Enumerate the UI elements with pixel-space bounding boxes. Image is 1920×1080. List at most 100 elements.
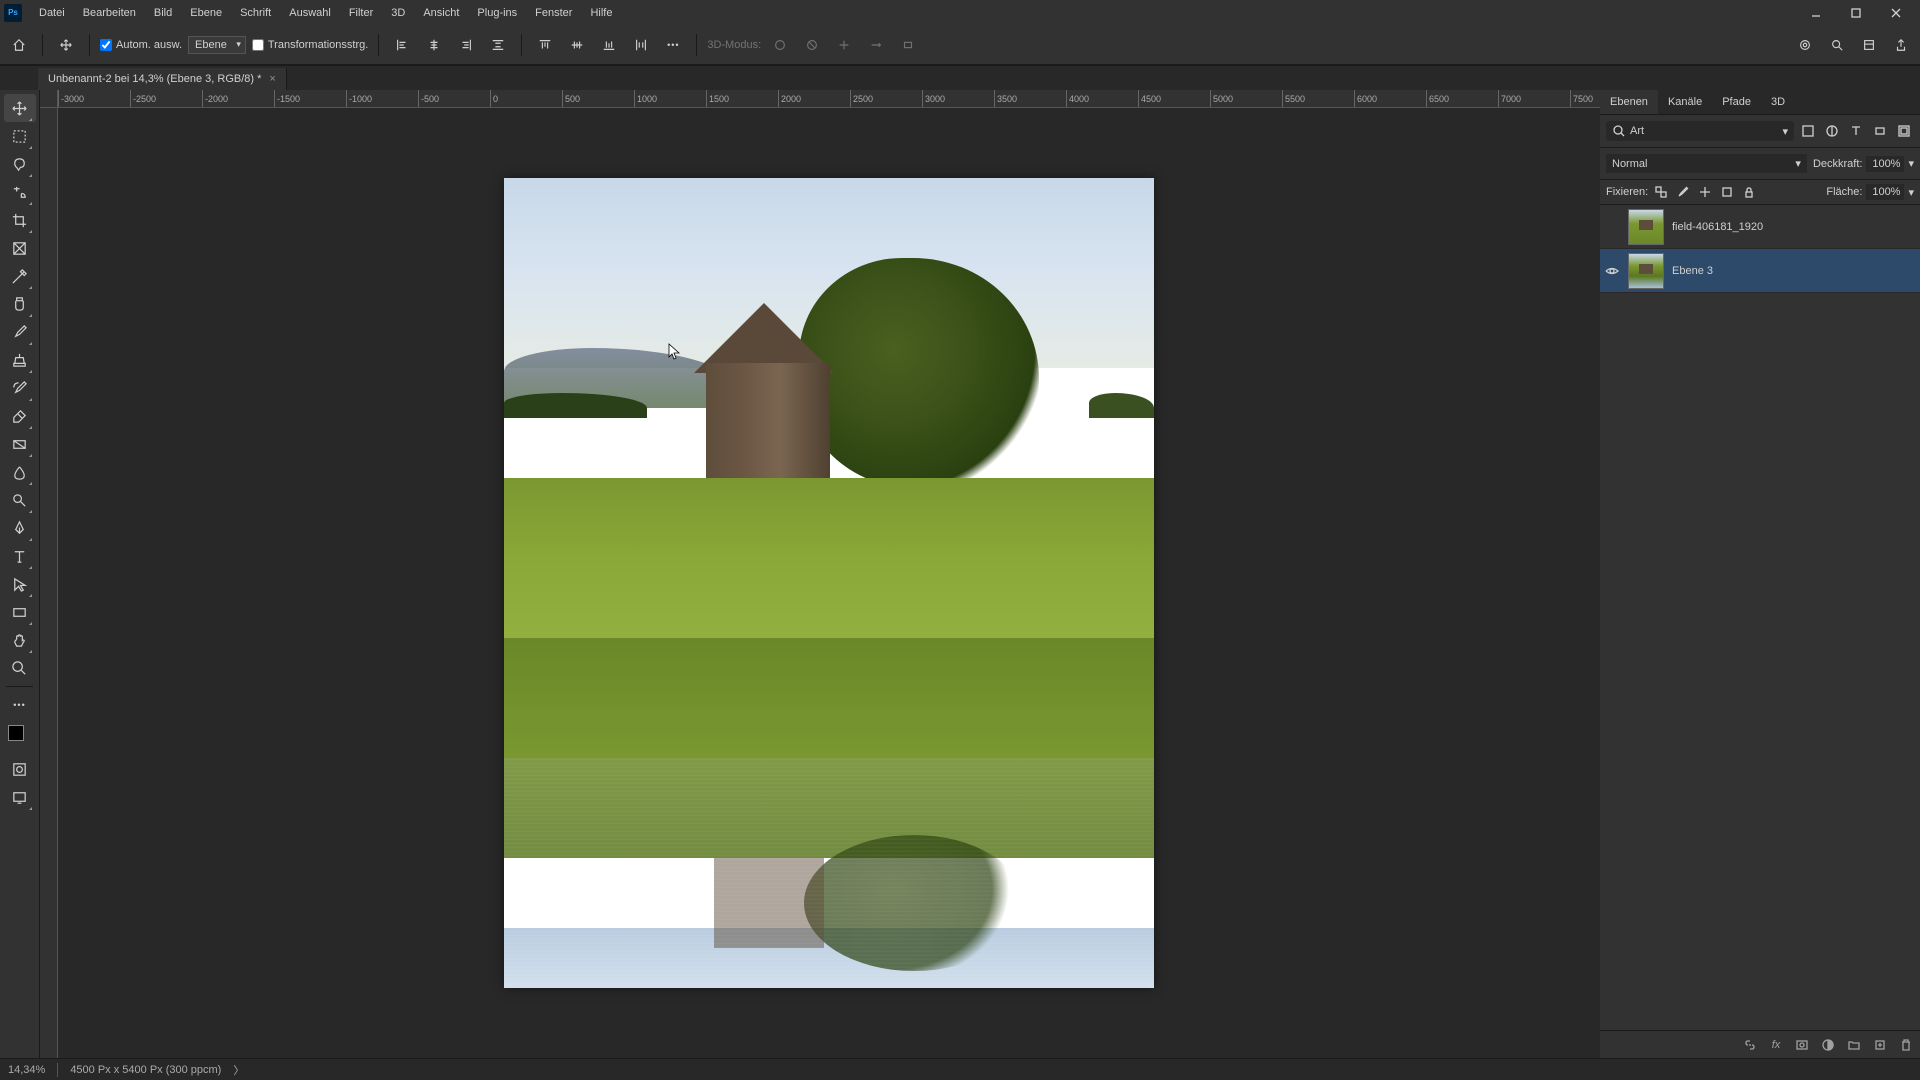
chevron-down-icon[interactable]: ▾ — [1908, 157, 1914, 170]
blend-mode-dropdown[interactable]: Normal ▾ — [1606, 154, 1807, 173]
cloud-docs-icon[interactable] — [1792, 32, 1818, 58]
path-selection-tool[interactable] — [4, 570, 36, 598]
marquee-tool[interactable] — [4, 122, 36, 150]
tab-kanaele[interactable]: Kanäle — [1658, 90, 1712, 114]
pen-tool[interactable] — [4, 514, 36, 542]
menu-auswahl[interactable]: Auswahl — [280, 3, 340, 23]
canvas-area[interactable]: -3000 -2500 -2000 -1500 -1000 -500 0 500… — [40, 90, 1600, 1058]
layer-thumbnail[interactable] — [1628, 209, 1664, 245]
menu-bearbeiten[interactable]: Bearbeiten — [74, 3, 145, 23]
lock-image-icon[interactable] — [1676, 185, 1690, 199]
layer-visibility-toggle[interactable] — [1600, 264, 1624, 278]
filter-adjustment-icon[interactable] — [1822, 121, 1842, 141]
healing-brush-tool[interactable] — [4, 290, 36, 318]
transform-controls-input[interactable] — [252, 39, 264, 51]
lasso-tool[interactable] — [4, 150, 36, 178]
distribute-h-icon[interactable] — [485, 32, 511, 58]
workspace-icon[interactable] — [1856, 32, 1882, 58]
opacity-value[interactable]: 100% — [1866, 156, 1904, 172]
ruler-origin[interactable] — [40, 90, 58, 108]
link-layers-icon[interactable] — [1742, 1037, 1758, 1053]
menu-schrift[interactable]: Schrift — [231, 3, 280, 23]
menu-datei[interactable]: Datei — [30, 3, 74, 23]
adjustment-layer-icon[interactable] — [1820, 1037, 1836, 1053]
status-info-arrow-icon[interactable]: 〉 — [233, 1062, 244, 1078]
lock-all-icon[interactable] — [1742, 185, 1756, 199]
layer-name[interactable]: field-406181_1920 — [1668, 221, 1920, 233]
align-top-icon[interactable] — [532, 32, 558, 58]
clone-stamp-tool[interactable] — [4, 346, 36, 374]
fill-control[interactable]: Fläche: 100% ▾ — [1826, 184, 1914, 200]
menu-filter[interactable]: Filter — [340, 3, 382, 23]
auto-select-input[interactable] — [100, 39, 112, 51]
lock-artboard-icon[interactable] — [1720, 185, 1734, 199]
quick-selection-tool[interactable] — [4, 178, 36, 206]
rectangle-tool[interactable] — [4, 598, 36, 626]
home-button[interactable] — [6, 32, 32, 58]
type-tool[interactable] — [4, 542, 36, 570]
screen-mode-tool[interactable] — [4, 783, 36, 811]
menu-hilfe[interactable]: Hilfe — [581, 3, 621, 23]
menu-plugins[interactable]: Plug-ins — [468, 3, 526, 23]
menu-fenster[interactable]: Fenster — [526, 3, 581, 23]
tab-ebenen[interactable]: Ebenen — [1600, 90, 1658, 114]
move-tool-icon[interactable] — [53, 32, 79, 58]
window-minimize[interactable] — [1796, 0, 1836, 25]
window-close[interactable] — [1876, 0, 1916, 25]
document-tab-close-icon[interactable]: × — [269, 73, 275, 85]
fill-value[interactable]: 100% — [1866, 184, 1904, 200]
menu-ansicht[interactable]: Ansicht — [414, 3, 468, 23]
edit-toolbar-icon[interactable]: ••• — [4, 691, 36, 719]
opacity-control[interactable]: Deckkraft: 100% ▾ — [1813, 156, 1914, 172]
eraser-tool[interactable] — [4, 402, 36, 430]
search-icon[interactable] — [1824, 32, 1850, 58]
canvas-image[interactable] — [504, 178, 1154, 988]
frame-tool[interactable] — [4, 234, 36, 262]
chevron-down-icon[interactable]: ▾ — [1908, 186, 1914, 199]
layer-filter-kind[interactable]: Art ▾ — [1606, 121, 1794, 141]
lock-transparency-icon[interactable] — [1654, 185, 1668, 199]
dodge-tool[interactable] — [4, 486, 36, 514]
layer-thumbnail[interactable] — [1628, 253, 1664, 289]
quick-mask-tool[interactable] — [4, 755, 36, 783]
layer-row[interactable]: field-406181_1920 — [1600, 205, 1920, 249]
menu-ebene[interactable]: Ebene — [181, 3, 231, 23]
new-group-icon[interactable] — [1846, 1037, 1862, 1053]
delete-layer-icon[interactable] — [1898, 1037, 1914, 1053]
more-options-icon[interactable]: ••• — [660, 32, 686, 58]
align-left-icon[interactable] — [389, 32, 415, 58]
align-right-icon[interactable] — [453, 32, 479, 58]
blur-tool[interactable] — [4, 458, 36, 486]
align-center-h-icon[interactable] — [421, 32, 447, 58]
crop-tool[interactable] — [4, 206, 36, 234]
hand-tool[interactable] — [4, 626, 36, 654]
lock-position-icon[interactable] — [1698, 185, 1712, 199]
eyedropper-tool[interactable] — [4, 262, 36, 290]
new-layer-icon[interactable] — [1872, 1037, 1888, 1053]
distribute-v-icon[interactable] — [628, 32, 654, 58]
filter-smart-icon[interactable] — [1894, 121, 1914, 141]
filter-pixel-icon[interactable] — [1798, 121, 1818, 141]
brush-tool[interactable] — [4, 318, 36, 346]
zoom-tool[interactable] — [4, 654, 36, 682]
align-center-v-icon[interactable] — [564, 32, 590, 58]
menu-3d[interactable]: 3D — [382, 3, 414, 23]
auto-select-target-dropdown[interactable]: Ebene — [188, 36, 246, 54]
foreground-color-swatch[interactable] — [8, 725, 24, 741]
layer-name[interactable]: Ebene 3 — [1668, 265, 1920, 277]
menu-bild[interactable]: Bild — [145, 3, 181, 23]
document-info[interactable]: 4500 Px x 5400 Px (300 ppcm) — [70, 1064, 221, 1076]
history-brush-tool[interactable] — [4, 374, 36, 402]
ruler-horizontal[interactable]: -3000 -2500 -2000 -1500 -1000 -500 0 500… — [58, 90, 1600, 108]
tab-pfade[interactable]: Pfade — [1712, 90, 1761, 114]
filter-shape-icon[interactable] — [1870, 121, 1890, 141]
auto-select-checkbox[interactable]: Autom. ausw. — [100, 39, 182, 51]
layer-mask-icon[interactable] — [1794, 1037, 1810, 1053]
layer-style-icon[interactable]: fx — [1768, 1037, 1784, 1053]
align-bottom-icon[interactable] — [596, 32, 622, 58]
transform-controls-checkbox[interactable]: Transformationsstrg. — [252, 39, 368, 51]
share-icon[interactable] — [1888, 32, 1914, 58]
ruler-vertical[interactable] — [40, 108, 58, 1058]
tab-3d[interactable]: 3D — [1761, 90, 1795, 114]
window-maximize[interactable] — [1836, 0, 1876, 25]
